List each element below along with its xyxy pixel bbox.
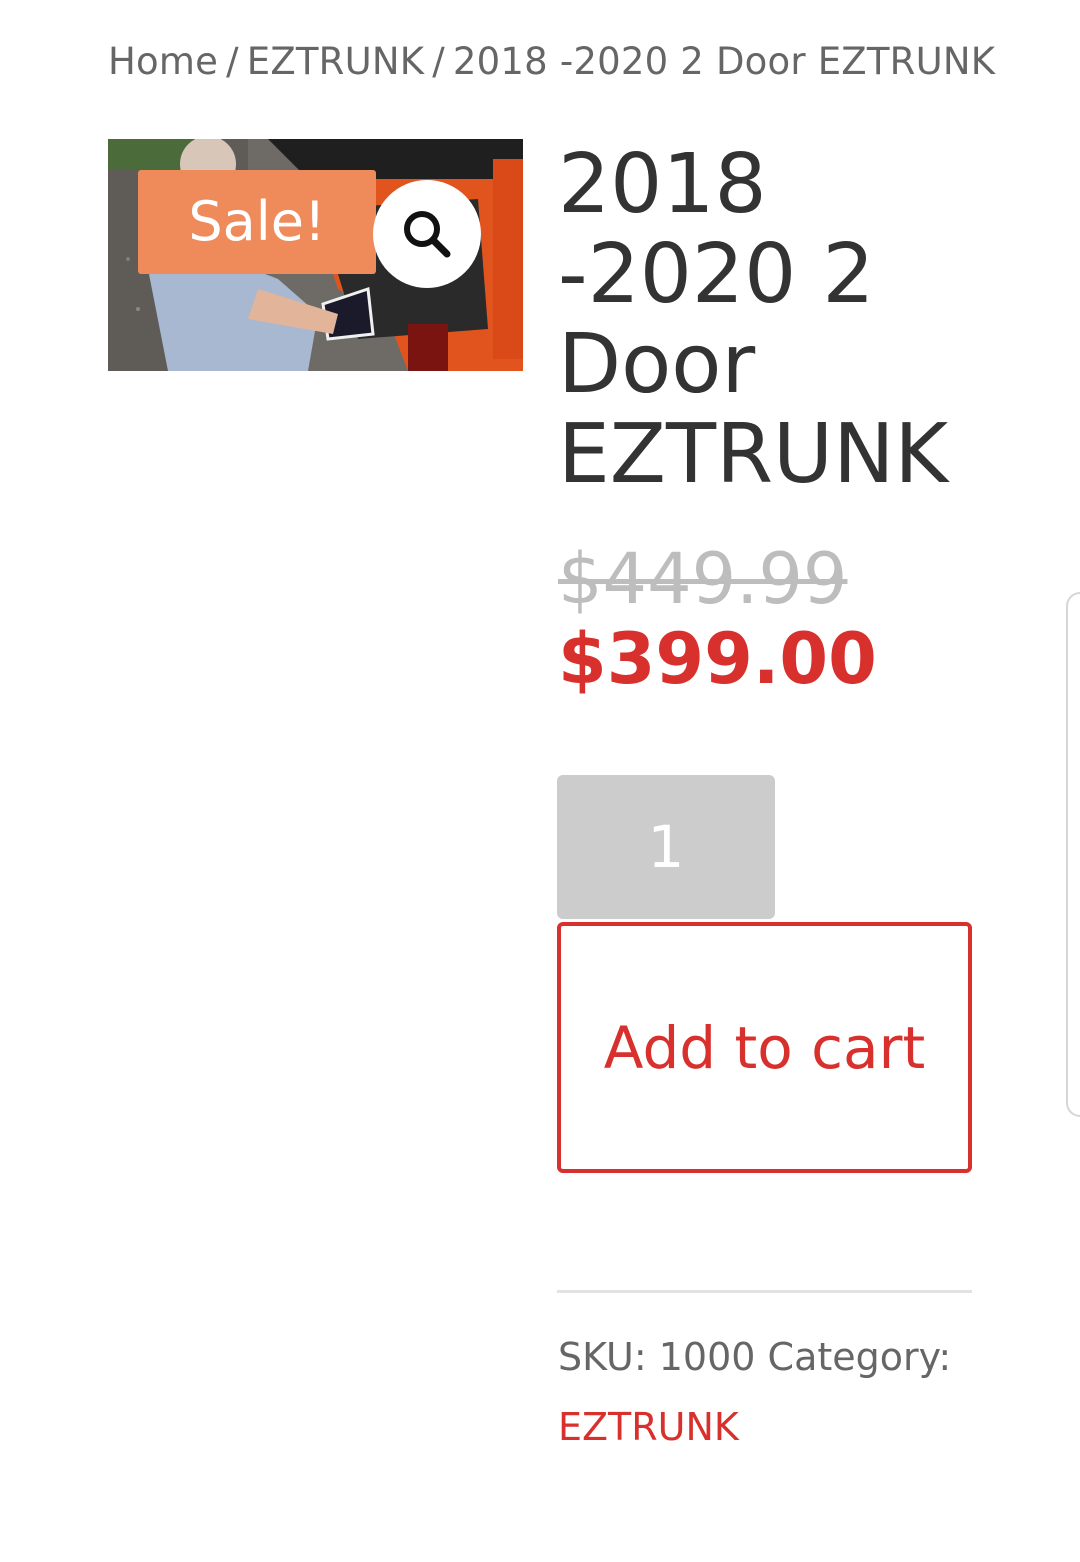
sku-label: SKU: (558, 1335, 647, 1379)
category-label: Category: (767, 1335, 952, 1379)
regular-price: $449.99 (558, 538, 848, 620)
divider (557, 1290, 972, 1293)
sku-value: 1000 (658, 1335, 756, 1379)
edge-panel-handle[interactable] (1066, 592, 1080, 1117)
search-icon (404, 211, 451, 258)
breadcrumb-separator: / (432, 40, 445, 83)
product-title: 2018 -2020 2 Door EZTRUNK (558, 137, 949, 502)
sale-badge: Sale! (138, 170, 376, 274)
product-page: Home/EZTRUNK/2018 -2020 2 Door EZTRUNK (0, 0, 1080, 1562)
product-meta: SKU: 1000 Category: EZTRUNK (558, 1322, 988, 1462)
breadcrumb-home-link[interactable]: Home (108, 40, 218, 83)
breadcrumb: Home / EZTRUNK/2018 -2020 2 Door EZTRUNK (108, 40, 995, 83)
breadcrumb-current: 2018 -2020 2 Door EZTRUNK (452, 40, 996, 83)
zoom-button[interactable] (373, 180, 481, 288)
category-link[interactable]: EZTRUNK (558, 1405, 739, 1449)
breadcrumb-category-link[interactable]: EZTRUNK (247, 40, 424, 83)
breadcrumb-separator: / (226, 40, 239, 83)
sale-price: $399.00 (558, 618, 877, 700)
quantity-input[interactable] (557, 775, 775, 919)
add-to-cart-button[interactable]: Add to cart (557, 922, 972, 1173)
